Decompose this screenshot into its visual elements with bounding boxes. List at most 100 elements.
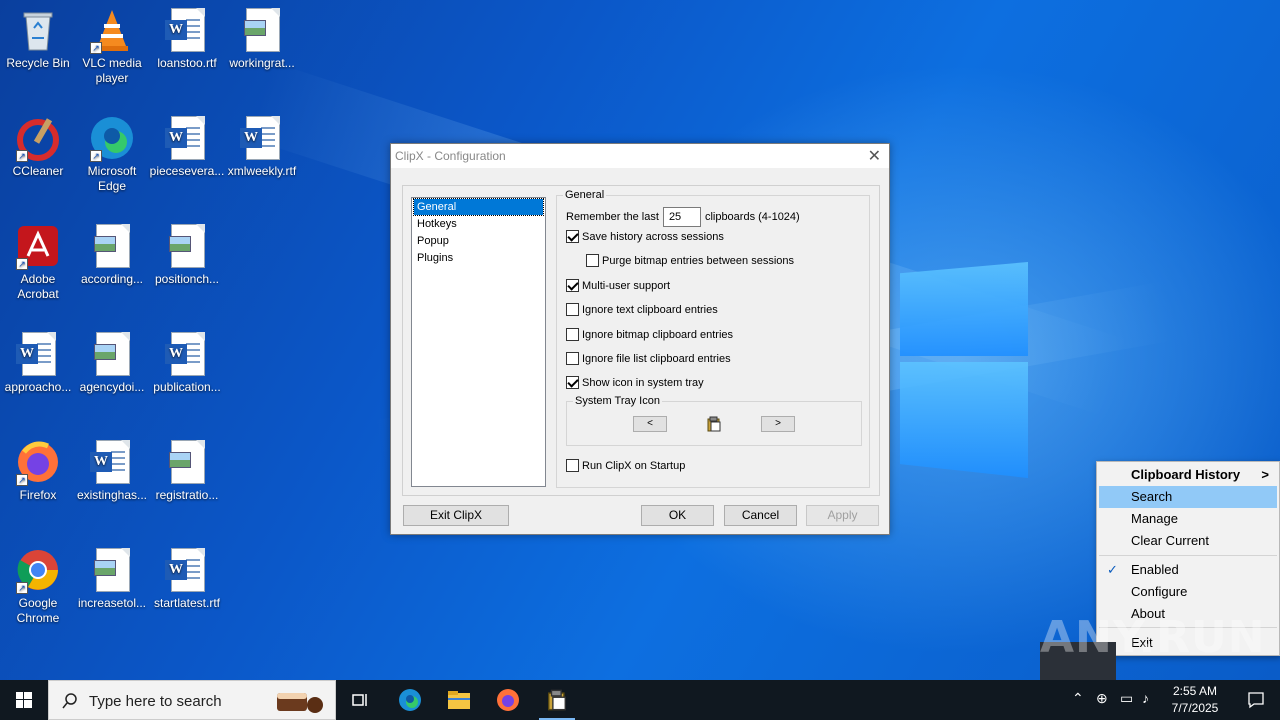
- remember-prefix: Remember the last: [566, 211, 659, 223]
- nav-item-plugins[interactable]: Plugins: [414, 250, 543, 266]
- desktop-icon[interactable]: according...: [74, 222, 150, 287]
- option-ignore-bitmap[interactable]: Ignore bitmap clipboard entries: [566, 328, 733, 341]
- clipboard-icon: [707, 416, 721, 432]
- option-label: Purge bitmap entries between sessions: [602, 254, 794, 267]
- desktop-icon[interactable]: Wpiecesevera...: [149, 114, 225, 179]
- desktop-icon[interactable]: workingrat...: [224, 6, 300, 71]
- checkbox[interactable]: [566, 376, 579, 389]
- taskbar-clipx[interactable]: [533, 680, 581, 720]
- image-doc-icon: [163, 222, 211, 270]
- option-label: Ignore file list clipboard entries: [582, 352, 731, 365]
- option-run-on-startup[interactable]: Run ClipX on Startup: [566, 459, 685, 472]
- chevron-up-icon[interactable]: ⌃: [1072, 690, 1084, 707]
- checkbox[interactable]: [566, 230, 579, 243]
- title-bar[interactable]: ClipX - Configuration ✕: [391, 144, 889, 168]
- taskbar-edge[interactable]: [386, 680, 434, 720]
- close-icon[interactable]: ✕: [868, 146, 881, 166]
- desktop-icon[interactable]: Wloanstoo.rtf: [149, 6, 225, 71]
- menu-item-manage[interactable]: Manage: [1099, 508, 1277, 530]
- next-tray-icon-button[interactable]: >: [761, 416, 795, 432]
- cancel-button[interactable]: Cancel: [724, 505, 797, 526]
- word-doc-icon: W: [163, 6, 211, 54]
- notification-button[interactable]: [1232, 680, 1280, 720]
- word-doc-icon: W: [163, 546, 211, 594]
- desktop-icon-label: Firefox: [19, 488, 57, 502]
- desktop-icon[interactable]: ↗ Google Chrome: [0, 546, 76, 626]
- desktop-icon[interactable]: Recycle Bin: [0, 6, 76, 71]
- desktop-icon-label: loanstoo.rtf: [157, 56, 217, 70]
- desktop-icon[interactable]: registratio...: [149, 438, 225, 503]
- checkbox[interactable]: [566, 352, 579, 365]
- desktop-icon[interactable]: ↗ VLC media player: [74, 6, 150, 86]
- dialog-title: ClipX - Configuration: [395, 149, 506, 163]
- desktop-icon[interactable]: ↗ Firefox: [0, 438, 76, 503]
- exit-clipx-button[interactable]: Exit ClipX: [403, 505, 509, 526]
- menu-item-label: Clear Current: [1131, 533, 1210, 548]
- general-legend: General: [563, 189, 607, 201]
- menu-item-clear-current[interactable]: Clear Current: [1099, 530, 1277, 552]
- desktop-icon-label: workingrat...: [229, 56, 295, 70]
- option-multi-user[interactable]: Multi-user support: [566, 279, 670, 292]
- menu-item-clipboard-history[interactable]: Clipboard History >: [1099, 464, 1277, 486]
- menu-item-configure[interactable]: Configure: [1099, 581, 1277, 603]
- desktop-icon[interactable]: ↗ Microsoft Edge: [74, 114, 150, 194]
- desktop-icon-label: increasetol...: [77, 596, 147, 610]
- clipx-config-dialog: ClipX - Configuration ✕ General Hotkeys …: [390, 143, 890, 535]
- desktop-icon[interactable]: Wexistinghas...: [74, 438, 150, 503]
- desktop-icon[interactable]: ↗ CCleaner: [0, 114, 76, 179]
- option-show-tray-icon[interactable]: Show icon in system tray: [566, 376, 704, 389]
- prev-tray-icon-button[interactable]: <: [633, 416, 667, 432]
- checkbox[interactable]: [566, 328, 579, 341]
- checkbox[interactable]: [586, 254, 599, 267]
- ok-button[interactable]: OK: [641, 505, 714, 526]
- nav-item-general[interactable]: General: [413, 198, 544, 216]
- desktop-icon[interactable]: Wstartlatest.rtf: [149, 546, 225, 611]
- desktop-icon[interactable]: Wapproacho...: [0, 330, 76, 395]
- task-view-button[interactable]: [336, 680, 384, 720]
- desktop-icon-label: piecesevera...: [149, 164, 225, 178]
- nav-item-hotkeys[interactable]: Hotkeys: [414, 216, 543, 232]
- image-doc-icon: [163, 438, 211, 486]
- desktop-icon[interactable]: Wpublication...: [149, 330, 225, 395]
- option-save-history[interactable]: Save history across sessions: [566, 230, 724, 243]
- category-list[interactable]: General Hotkeys Popup Plugins: [411, 197, 546, 487]
- image-doc-icon: [88, 222, 136, 270]
- apply-button[interactable]: Apply: [806, 505, 879, 526]
- desktop-icon[interactable]: ↗ Adobe Acrobat: [0, 222, 76, 302]
- checkbox[interactable]: [566, 459, 579, 472]
- network-status-icon[interactable]: ⊕: [1096, 690, 1108, 707]
- menu-item-enabled[interactable]: ✓ Enabled: [1099, 559, 1277, 581]
- desktop-icon-label: startlatest.rtf: [153, 596, 221, 610]
- desktop-icon[interactable]: increasetol...: [74, 546, 150, 611]
- taskbar-file-explorer[interactable]: [435, 680, 483, 720]
- network-icon[interactable]: ▭: [1120, 690, 1133, 707]
- clipboard-count-input[interactable]: [662, 207, 701, 227]
- option-purge-bitmap[interactable]: Purge bitmap entries between sessions: [586, 254, 794, 267]
- remember-suffix: clipboards (4-1024): [704, 211, 800, 223]
- word-doc-icon: W: [238, 114, 286, 162]
- option-ignore-filelist[interactable]: Ignore file list clipboard entries: [566, 352, 731, 365]
- option-ignore-text[interactable]: Ignore text clipboard entries: [566, 303, 718, 316]
- taskbar-firefox[interactable]: [484, 680, 532, 720]
- clipboard-icon: [548, 689, 566, 711]
- edge-icon: ↗: [88, 114, 136, 162]
- desktop-icon[interactable]: agencydoi...: [74, 330, 150, 395]
- checkbox[interactable]: [566, 279, 579, 292]
- desktop-icon-label: approacho...: [4, 380, 72, 394]
- start-button[interactable]: [0, 680, 48, 720]
- checkbox[interactable]: [566, 303, 579, 316]
- firefox-icon: [497, 689, 519, 711]
- taskbar-search-box[interactable]: Type here to search: [48, 680, 336, 720]
- option-label: Save history across sessions: [582, 230, 724, 243]
- menu-item-search[interactable]: Search: [1099, 486, 1277, 508]
- anyrun-watermark: ANY.RUN: [1040, 612, 1266, 663]
- system-clock[interactable]: 2:55 AM 7/7/2025: [1160, 683, 1230, 717]
- nav-item-popup[interactable]: Popup: [414, 233, 543, 249]
- desktop-icon-label: positionch...: [154, 272, 220, 286]
- menu-item-label: Search: [1131, 489, 1173, 504]
- volume-icon[interactable]: ♪: [1142, 690, 1149, 706]
- desktop-icon[interactable]: Wxmlweekly.rtf: [224, 114, 300, 179]
- remember-row: Remember the last clipboards (4-1024): [566, 207, 800, 227]
- chrome-icon: ↗: [14, 546, 62, 594]
- desktop-icon[interactable]: positionch...: [149, 222, 225, 287]
